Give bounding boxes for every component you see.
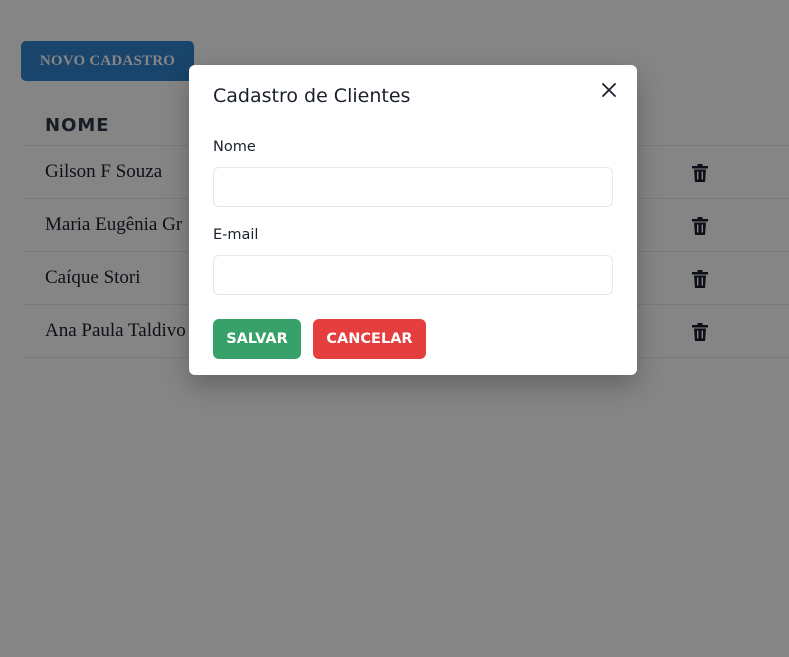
modal-title: Cadastro de Clientes	[213, 85, 411, 107]
email-label: E-mail	[213, 227, 259, 243]
close-icon[interactable]	[599, 80, 619, 100]
cancel-button[interactable]: CANCELAR	[313, 319, 426, 359]
client-registration-modal: Cadastro de Clientes Nome E-mail SALVAR …	[189, 65, 637, 375]
name-label: Nome	[213, 139, 256, 155]
email-input[interactable]	[213, 255, 613, 295]
save-button[interactable]: SALVAR	[213, 319, 301, 359]
name-input[interactable]	[213, 167, 613, 207]
